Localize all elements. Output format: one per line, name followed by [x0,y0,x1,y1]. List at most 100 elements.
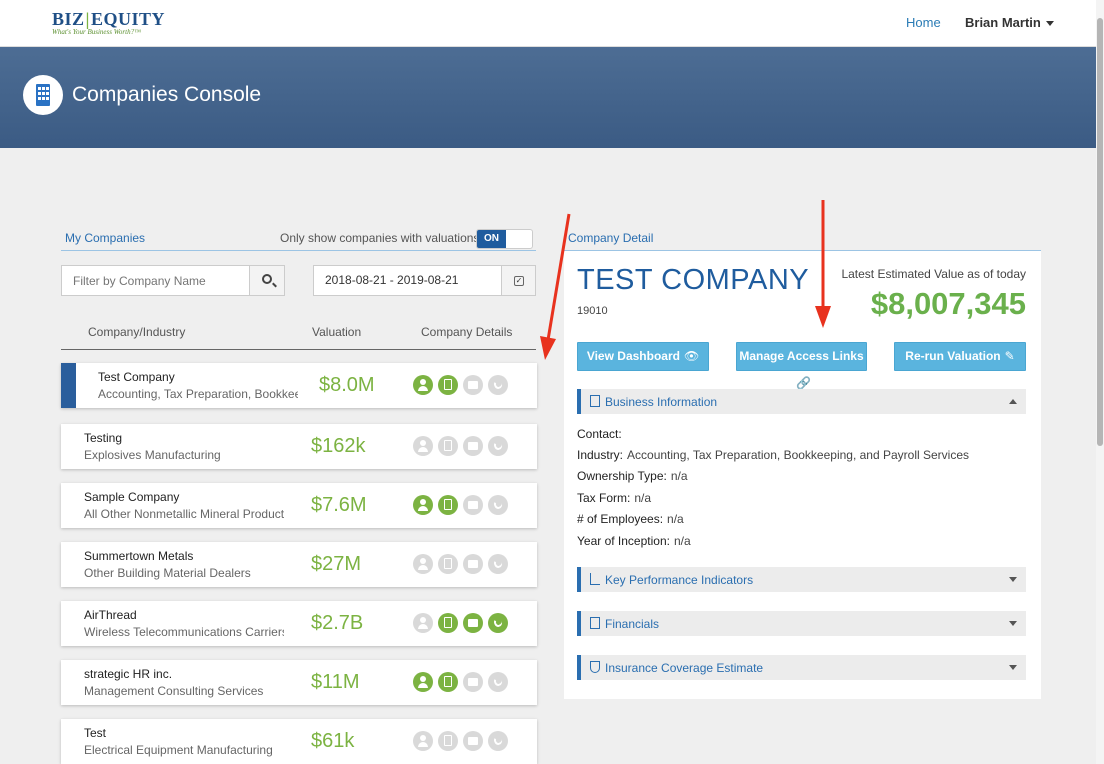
financials-section-header[interactable]: Financials [577,611,1026,636]
insurance-section-header[interactable]: Insurance Coverage Estimate [577,655,1026,680]
info-row: Year of Inception: n/a [577,534,691,548]
phone-icon[interactable] [488,495,508,515]
email-icon[interactable] [463,731,483,751]
annotation-arrow-right [815,200,831,328]
phone-icon[interactable] [488,436,508,456]
scrollbar-thumb[interactable] [1097,18,1103,446]
company-card[interactable]: Testing Explosives Manufacturing $162k [61,424,537,469]
company-card-name: AirThread [84,608,137,622]
chevron-down-icon [1009,665,1017,670]
page-scrollbar[interactable] [1096,0,1104,764]
info-value: n/a [667,512,684,526]
contact-icon[interactable] [413,731,433,751]
company-card-industry: All Other Nonmetallic Mineral Product Ma… [84,507,284,521]
company-card-industry: Other Building Material Dealers [84,566,251,580]
company-card-valuation: $7.6M [311,494,367,516]
report-icon[interactable] [438,375,458,395]
bizequity-logo[interactable]: BIZ|EQUITY What's Your Business Worth?™ [52,9,165,36]
company-card-industry: Electrical Equipment Manufacturing [84,743,273,757]
nav-home-link[interactable]: Home [906,15,941,30]
chevron-down-icon [1045,21,1054,27]
phone-icon[interactable] [488,554,508,574]
view-dashboard-button[interactable]: View Dashboard 👁 [577,342,709,371]
edit-icon: ✎ [1004,349,1015,363]
chevron-down-icon [1009,577,1017,582]
email-icon[interactable] [463,495,483,515]
report-icon[interactable] [438,495,458,515]
phone-icon[interactable] [488,375,508,395]
phone-icon[interactable] [488,672,508,692]
divider [61,250,536,251]
company-card[interactable]: Summertown Metals Other Building Material… [61,542,537,587]
email-icon[interactable] [463,613,483,633]
company-filter-input[interactable] [61,265,250,296]
company-card-name: Testing [84,431,123,445]
company-id: 19010 [577,305,608,317]
company-card-valuation: $8.0M [319,374,375,396]
column-header-details: Company Details [421,325,513,339]
top-navbar: BIZ|EQUITY What's Your Business Worth?™ … [0,0,1104,47]
company-card-valuation: $11M [311,671,360,693]
company-card[interactable]: AirThread Wireless Telecommunications Car… [61,601,537,646]
info-label: Ownership Type: [577,469,667,483]
contact-icon[interactable] [413,495,433,515]
eye-icon: 👁 [683,349,700,363]
info-row: # of Employees: n/a [577,512,684,526]
page-title: Companies Console [72,83,262,106]
company-card-industry: Wireless Telecommunications Carriers (ex… [84,625,284,639]
calculator-icon [590,617,600,629]
info-label: # of Employees: [577,512,664,526]
rerun-valuation-button[interactable]: Re-run Valuation ✎ [894,342,1026,371]
report-icon[interactable] [438,436,458,456]
report-icon[interactable] [438,613,458,633]
building-icon [590,395,600,407]
business-information-header[interactable]: Business Information [577,389,1026,414]
company-card-valuation: $61k [311,730,355,752]
bar-chart-icon [590,573,600,585]
report-icon[interactable] [438,731,458,751]
company-card[interactable]: strategic HR inc. Management Consulting S… [61,660,537,705]
email-icon[interactable] [463,554,483,574]
kpi-section-header[interactable]: Key Performance Indicators [577,567,1026,592]
date-range-input[interactable]: 2018-08-21 - 2019-08-21 [313,265,502,296]
report-icon[interactable] [438,554,458,574]
email-icon[interactable] [463,436,483,456]
chevron-down-icon [1009,621,1017,626]
info-value: n/a [634,491,652,505]
company-card[interactable]: Sample Company All Other Nonmetallic Mine… [61,483,537,528]
contact-icon[interactable] [413,613,433,633]
email-icon[interactable] [463,375,483,395]
user-name: Brian Martin [965,15,1041,30]
latest-value-label: Latest Estimated Value as of today [841,267,1026,281]
info-value: n/a [673,534,691,548]
contact-icon[interactable] [413,554,433,574]
company-card[interactable]: Test Electrical Equipment Manufacturing $6… [61,719,537,764]
company-card-name: Test [84,726,107,740]
phone-icon[interactable] [488,613,508,633]
annotation-arrow-left [540,213,571,360]
company-card-industry: Accounting, Tax Preparation, Bookkeeping… [98,387,298,401]
contact-icon[interactable] [413,436,433,456]
contact-icon[interactable] [413,672,433,692]
info-label: Industry: [577,448,624,462]
shield-icon [590,661,600,673]
company-card-industry: Explosives Manufacturing [84,448,221,462]
search-icon [262,274,272,284]
company-card-valuation: $162k [311,435,366,457]
contact-icon[interactable] [413,375,433,395]
company-card[interactable]: Test Company Accounting, Tax Preparation,… [61,363,537,408]
report-icon[interactable] [438,672,458,692]
user-menu[interactable]: Brian Martin [965,15,1054,30]
info-value: n/a [670,469,688,483]
company-card-valuation: $2.7B [311,612,364,634]
only-valuations-label: Only show companies with valuations [280,231,480,245]
company-detail-panel: TEST COMPANY 19010 Latest Estimated Valu… [564,251,1041,699]
search-button[interactable] [249,265,285,296]
info-label: Tax Form: [577,491,631,505]
phone-icon[interactable] [488,731,508,751]
email-icon[interactable] [463,672,483,692]
company-card-name: Test Company [98,370,175,384]
company-detail-label: Company Detail [568,231,654,245]
toggle-state: ON [477,230,506,248]
manage-access-links-button[interactable]: Manage Access Links🔗 [736,342,867,390]
